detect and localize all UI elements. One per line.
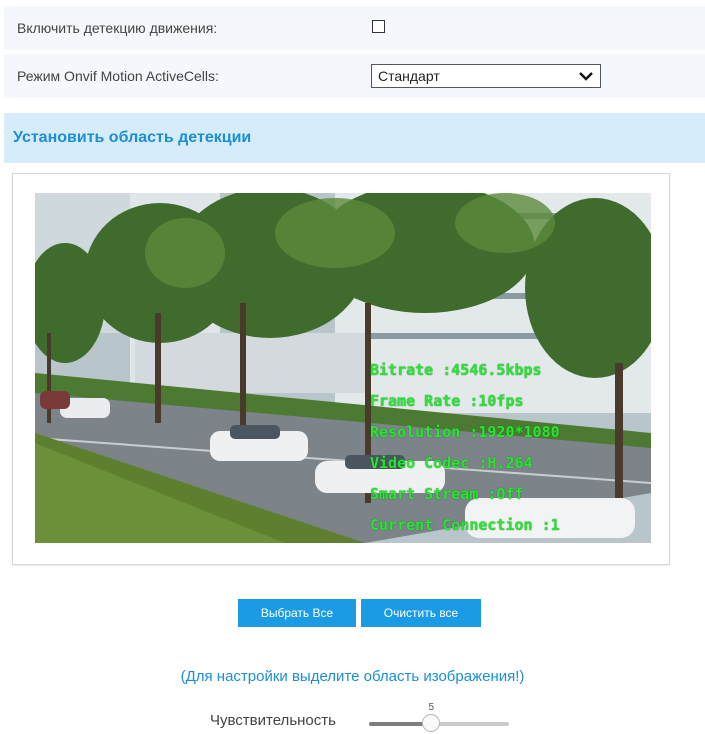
sensitivity-label: Чувствительность (210, 712, 336, 729)
detection-area-frame: Bitrate :4546.5kbps Frame Rate :10fps Re… (12, 173, 670, 565)
osd-bitrate: Bitrate :4546.5kbps (370, 361, 542, 379)
sensitivity-slider-thumb[interactable] (422, 714, 441, 732)
select-all-button[interactable]: Выбрать Все (238, 599, 356, 627)
sensitivity-slider[interactable]: 5 (369, 702, 509, 732)
motion-enable-checkbox[interactable] (372, 20, 385, 33)
clear-all-button[interactable]: Очистить все (361, 599, 481, 627)
onvif-mode-value: Стандарт (378, 68, 440, 84)
osd-smart-stream: Smart Stream :Off (370, 485, 524, 503)
detection-area-title: Установить область детекции (13, 129, 252, 146)
onvif-mode-select[interactable]: Стандарт (371, 64, 601, 88)
osd-resolution: Resolution :1920*1080 (370, 423, 560, 441)
osd-current-connection: Current Connection :1 (370, 516, 560, 534)
sensitivity-value: 5 (428, 702, 434, 713)
chevron-down-icon (579, 72, 593, 81)
camera-preview[interactable]: Bitrate :4546.5kbps Frame Rate :10fps Re… (35, 193, 651, 543)
osd-video-codec: Video Codec :H.264 (370, 454, 533, 472)
detection-area-header: Установить область детекции (4, 113, 705, 163)
onvif-mode-label: Режим Onvif Motion ActiveCells: (17, 68, 219, 84)
onvif-mode-row: Режим Onvif Motion ActiveCells: Стандарт (4, 54, 705, 98)
area-selection-hint: (Для настройки выделите область изображе… (180, 668, 525, 685)
osd-frame-rate: Frame Rate :10fps (370, 392, 524, 410)
motion-enable-label: Включить детекцию движения: (17, 20, 218, 36)
motion-enable-row: Включить детекцию движения: (4, 6, 705, 50)
video-osd-overlay: Bitrate :4546.5kbps Frame Rate :10fps Re… (370, 355, 560, 541)
